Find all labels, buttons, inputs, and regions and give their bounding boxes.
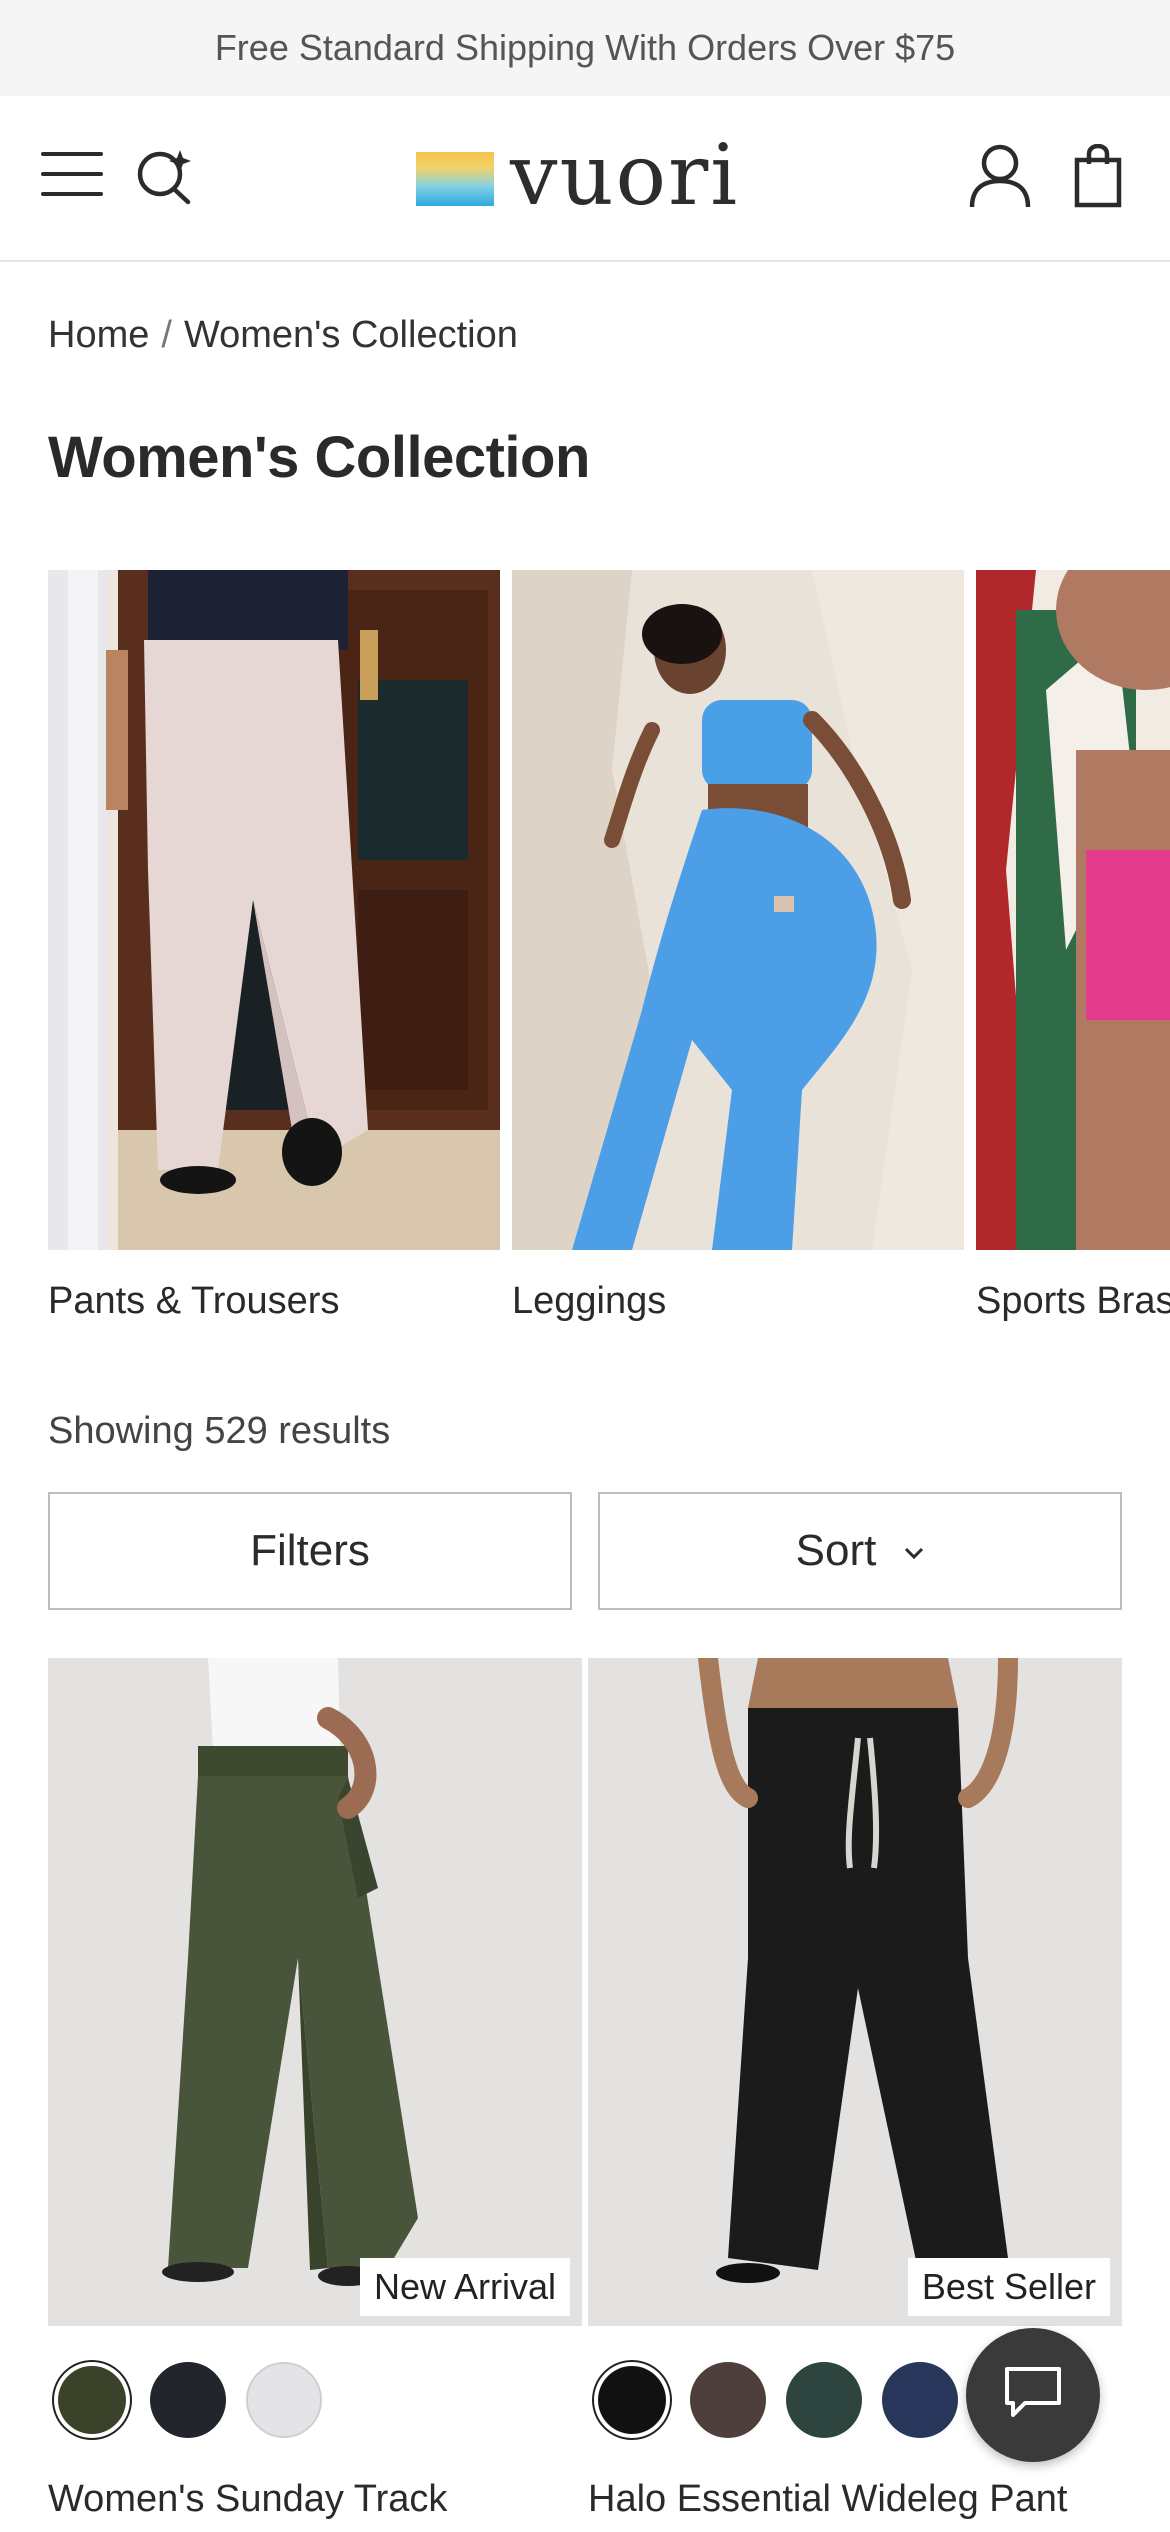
page-title: Women's Collection bbox=[48, 425, 590, 490]
category-card-sports-bras[interactable]: Sports Bras bbox=[976, 570, 1170, 1323]
sort-button-label: Sort bbox=[795, 1526, 877, 1575]
chat-button[interactable] bbox=[966, 2328, 1100, 2462]
category-image-leggings bbox=[512, 570, 964, 1250]
category-label: Pants & Trousers bbox=[48, 1280, 340, 1322]
product-name[interactable]: Women's Sunday Track bbox=[48, 2478, 582, 2521]
promo-banner: Free Standard Shipping With Orders Over … bbox=[0, 0, 1170, 96]
category-image-pants-trousers bbox=[48, 570, 500, 1250]
product-badge: New Arrival bbox=[359, 2258, 570, 2316]
filters-button-label: Filters bbox=[250, 1526, 370, 1575]
bag-icon[interactable] bbox=[1064, 138, 1132, 214]
category-carousel[interactable]: Pants & Trousers Leggings Sports Bras bbox=[48, 570, 1170, 1340]
color-swatch[interactable] bbox=[598, 2366, 666, 2434]
logo-text: vuori bbox=[510, 126, 740, 224]
category-label: Sports Bras bbox=[976, 1280, 1170, 1322]
sort-button[interactable]: Sort bbox=[598, 1492, 1122, 1610]
chevron-down-icon bbox=[904, 1536, 924, 1567]
menu-icon[interactable] bbox=[40, 146, 104, 202]
promo-text: Free Standard Shipping With Orders Over … bbox=[214, 27, 956, 68]
color-swatches bbox=[48, 2362, 582, 2438]
category-card-pants-trousers[interactable]: Pants & Trousers bbox=[48, 570, 500, 1323]
product-badge: Best Seller bbox=[907, 2258, 1110, 2316]
category-image-sports-bras bbox=[976, 570, 1170, 1250]
color-swatch[interactable] bbox=[786, 2362, 862, 2438]
color-swatch[interactable] bbox=[690, 2362, 766, 2438]
filters-button[interactable]: Filters bbox=[48, 1492, 572, 1610]
category-label: Leggings bbox=[512, 1280, 667, 1322]
color-swatch[interactable] bbox=[150, 2362, 226, 2438]
account-icon[interactable] bbox=[964, 140, 1036, 212]
breadcrumb: Home / Women's Collection bbox=[48, 314, 518, 357]
color-swatch[interactable] bbox=[58, 2366, 126, 2434]
product-image[interactable]: Best Seller bbox=[588, 1658, 1122, 2326]
category-card-leggings[interactable]: Leggings bbox=[512, 570, 964, 1323]
breadcrumb-separator: / bbox=[161, 314, 172, 356]
chat-bubble-icon bbox=[1003, 2365, 1063, 2426]
product-image[interactable]: New Arrival bbox=[48, 1658, 582, 2326]
brand-logo[interactable]: vuori bbox=[416, 126, 756, 224]
search-icon[interactable] bbox=[130, 142, 202, 210]
color-swatch[interactable] bbox=[882, 2362, 958, 2438]
logo-mark-icon bbox=[416, 152, 494, 206]
product-card[interactable]: New Arrival Women's Sunday Track bbox=[48, 1658, 582, 2521]
breadcrumb-home[interactable]: Home bbox=[48, 314, 149, 356]
breadcrumb-current: Women's Collection bbox=[183, 314, 518, 356]
results-count: Showing 529 results bbox=[48, 1410, 391, 1452]
color-swatch[interactable] bbox=[246, 2362, 322, 2438]
site-header: vuori bbox=[0, 96, 1170, 262]
product-name[interactable]: Halo Essential Wideleg Pant bbox=[588, 2478, 1122, 2521]
